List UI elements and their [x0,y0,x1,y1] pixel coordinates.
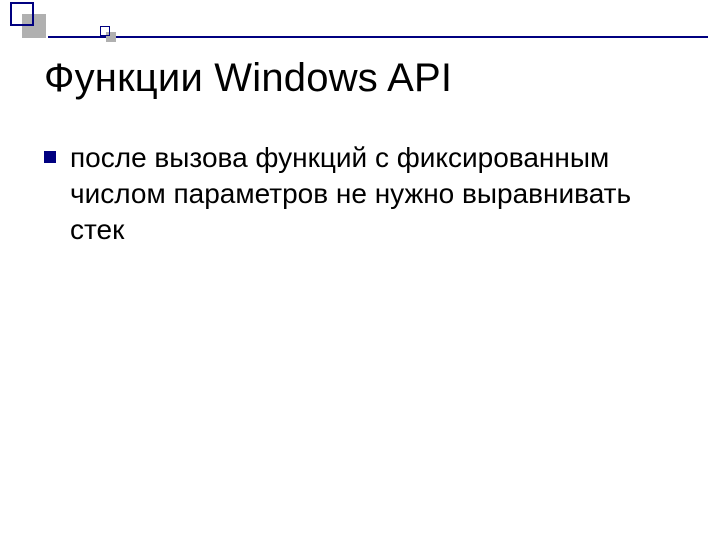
slide: Функции Windows API после вызова функций… [0,0,720,540]
list-item: после вызова функций с фиксированным чис… [44,140,660,247]
bullet-square-icon [44,151,56,163]
decor-square-outline-large [10,2,34,26]
bullet-text: после вызова функций с фиксированным чис… [70,140,660,247]
slide-body: после вызова функций с фиксированным чис… [44,140,660,247]
decor-horizontal-rule [48,36,708,38]
slide-title: Функции Windows API [44,56,452,101]
decor-square-outline-small [100,26,110,36]
